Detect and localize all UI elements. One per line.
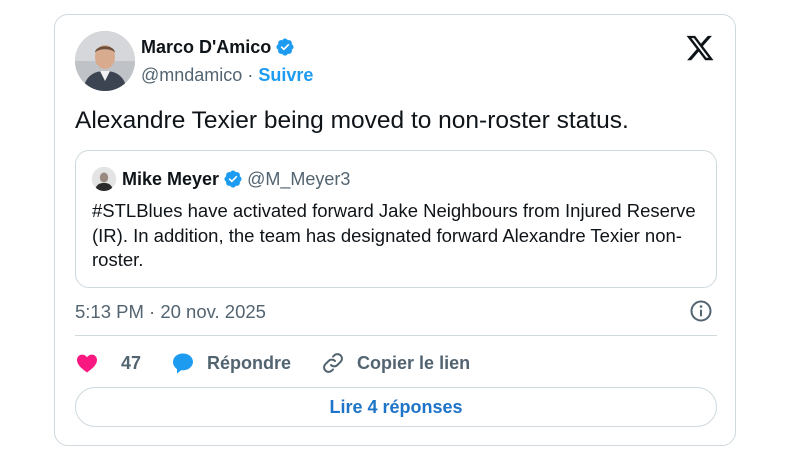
author-name[interactable]: Marco D'Amico	[141, 35, 295, 59]
quoted-author-avatar	[92, 167, 116, 191]
quoted-author-handle: @M_Meyer3	[247, 169, 351, 189]
speech-bubble-icon	[173, 353, 194, 374]
author-handle[interactable]: @mndamico	[141, 65, 242, 85]
embedded-tweet-card: Marco D'Amico @mndamico · Suivre Alexand…	[54, 14, 736, 446]
quoted-author-line: Mike Meyer @M_Meyer3	[122, 167, 350, 191]
quoted-tweet[interactable]: Mike Meyer @M_Meyer3 #STLBlues have activ…	[75, 150, 717, 288]
copy-link-button[interactable]: Copier le lien	[321, 351, 470, 375]
divider	[75, 335, 717, 336]
author-avatar[interactable]	[75, 31, 135, 91]
heart-icon	[77, 354, 97, 373]
link-icon	[323, 353, 343, 373]
author-handle-line: @mndamico · Suivre	[141, 63, 313, 87]
tweet-timestamp[interactable]: 5:13 PM · 20 nov. 2025	[75, 300, 266, 324]
read-replies-button[interactable]: Lire 4 réponses	[75, 387, 717, 427]
like-count: 47	[121, 352, 142, 373]
info-icon[interactable]	[689, 299, 713, 323]
reply-label: Répondre	[207, 352, 292, 373]
follow-button[interactable]: Suivre	[258, 65, 313, 85]
x-logo-icon[interactable]	[685, 33, 715, 63]
verified-badge-icon	[224, 170, 242, 188]
verified-badge-icon	[276, 38, 294, 56]
quoted-tweet-text: #STLBlues have activated forward Jake Ne…	[92, 200, 696, 270]
copy-link-label: Copier le lien	[357, 352, 471, 373]
reply-button[interactable]: Répondre	[171, 351, 291, 375]
like-button[interactable]: 47	[75, 351, 141, 375]
author-name-text[interactable]: Marco D'Amico	[141, 37, 271, 57]
tweet-text: Alexandre Texier being moved to non-rost…	[75, 107, 629, 134]
action-bar: 47 Répondre Copier le lien	[75, 348, 500, 378]
quoted-author-name: Mike Meyer	[122, 169, 220, 189]
handle-separator: ·	[247, 65, 254, 85]
